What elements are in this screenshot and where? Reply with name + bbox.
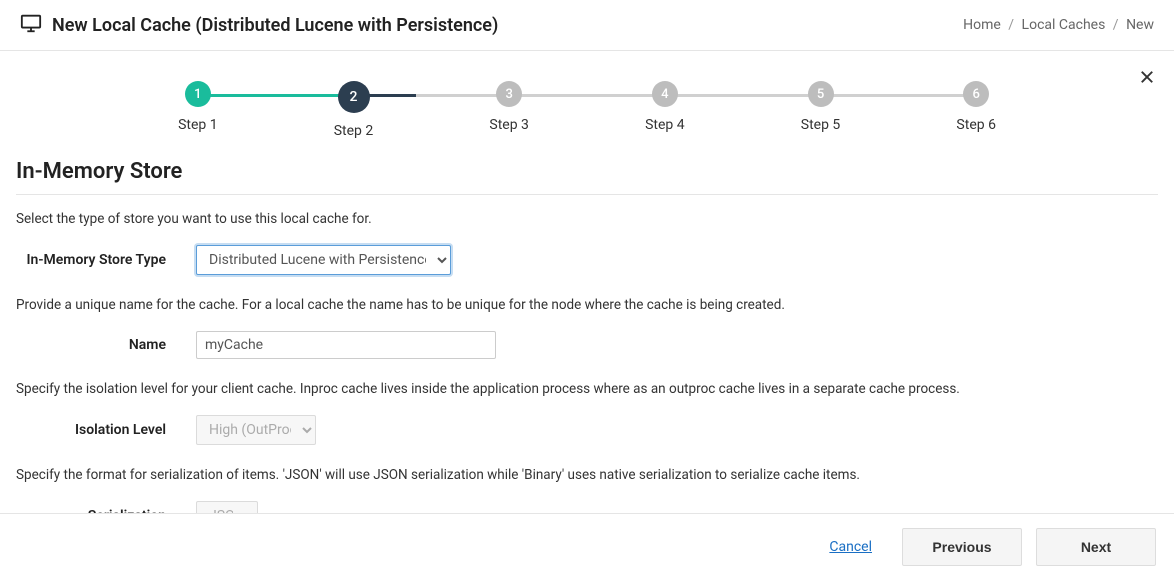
monitor-icon bbox=[20, 12, 42, 38]
step-circle: 2 bbox=[338, 81, 370, 113]
previous-button[interactable]: Previous bbox=[902, 528, 1022, 566]
step-circle: 6 bbox=[963, 81, 989, 107]
divider bbox=[16, 194, 1158, 195]
step-circle: 3 bbox=[496, 81, 522, 107]
step-label: Step 4 bbox=[645, 117, 685, 133]
step-2[interactable]: 2 Step 2 bbox=[276, 81, 432, 139]
name-input[interactable] bbox=[196, 331, 496, 359]
breadcrumb: Home / Local Caches / New bbox=[963, 17, 1154, 33]
step-label: Step 3 bbox=[489, 117, 529, 133]
breadcrumb-local-caches[interactable]: Local Caches bbox=[1022, 17, 1106, 33]
name-label: Name bbox=[16, 337, 196, 353]
step-4[interactable]: 4 Step 4 bbox=[587, 81, 743, 133]
isolation-select: High (OutProc) bbox=[196, 415, 316, 445]
step-6[interactable]: 6 Step 6 bbox=[898, 81, 1054, 133]
store-type-label: In-Memory Store Type bbox=[16, 252, 196, 268]
step-1[interactable]: 1 Step 1 bbox=[120, 81, 276, 133]
isolation-label: Isolation Level bbox=[16, 422, 196, 438]
wizard-footer: Cancel Previous Next bbox=[0, 513, 1174, 580]
serialization-desc: Specify the format for serialization of … bbox=[0, 467, 1174, 483]
step-label: Step 2 bbox=[334, 123, 374, 139]
step-circle: 4 bbox=[652, 81, 678, 107]
cancel-link[interactable]: Cancel bbox=[829, 539, 872, 555]
step-label: Step 5 bbox=[801, 117, 841, 133]
breadcrumb-home[interactable]: Home bbox=[963, 17, 1001, 33]
name-desc: Provide a unique name for the cache. For… bbox=[0, 297, 1174, 313]
step-circle: 5 bbox=[808, 81, 834, 107]
step-3[interactable]: 3 Step 3 bbox=[431, 81, 587, 133]
page-header: New Local Cache (Distributed Lucene with… bbox=[0, 0, 1174, 51]
isolation-desc: Specify the isolation level for your cli… bbox=[0, 381, 1174, 397]
step-5[interactable]: 5 Step 5 bbox=[743, 81, 899, 133]
stepper: 1 Step 1 2 Step 2 3 Step 3 4 Step 4 5 Step 5 6 Step… bbox=[0, 51, 1174, 159]
step-label: Step 1 bbox=[178, 117, 218, 133]
step-label: Step 6 bbox=[956, 117, 996, 133]
wizard-content: 1 Step 1 2 Step 2 3 Step 3 4 Step 4 5 Step 5 6 Step… bbox=[0, 51, 1174, 531]
step-circle: 1 bbox=[185, 81, 211, 107]
store-type-desc: Select the type of store you want to use… bbox=[0, 211, 1174, 227]
breadcrumb-current: New bbox=[1126, 17, 1154, 33]
section-title: In-Memory Store bbox=[0, 159, 1174, 194]
store-type-select[interactable]: Distributed Lucene with Persistence bbox=[196, 245, 451, 275]
page-title: New Local Cache (Distributed Lucene with… bbox=[52, 15, 498, 36]
next-button[interactable]: Next bbox=[1036, 528, 1156, 566]
